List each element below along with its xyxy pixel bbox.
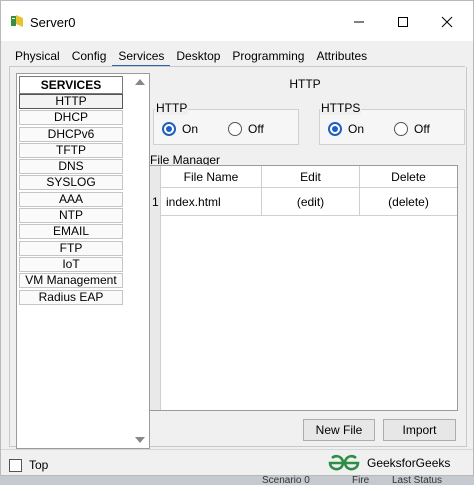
radio-selected-icon [328,122,342,136]
service-item-http[interactable]: HTTP [19,94,123,109]
service-item-dns[interactable]: DNS [19,159,123,175]
http-panel-title: HTTP [289,77,321,91]
service-item-email[interactable]: EMAIL [19,224,123,240]
service-item-radius-eap[interactable]: Radius EAP [19,289,123,305]
http-group-label: HTTP [155,101,189,115]
service-item-syslog[interactable]: SYSLOG [19,175,123,191]
services-header: SERVICES [19,76,123,94]
radio-selected-icon [162,122,176,136]
background-last-status-label: Last Status [392,475,443,485]
file-name-cell: index.html [161,188,262,216]
tab-bar: Physical Config Services Desktop Program… [9,47,373,67]
scroll-down-icon[interactable] [135,437,145,443]
service-item-ntp[interactable]: NTP [19,208,123,224]
https-on-radio[interactable]: On [328,122,364,136]
file-manager-table: File Name Edit Delete 1 index.html (edit… [149,165,458,411]
window-title: Server0 [30,15,76,30]
radio-unselected-icon [394,122,408,136]
background-fire-label: Fire [352,475,370,485]
http-off-radio[interactable]: Off [228,122,264,136]
http-off-label: Off [248,122,264,136]
tab-programming[interactable]: Programming [226,47,310,67]
service-item-ftp[interactable]: FTP [19,240,123,256]
row-number: 1 [152,195,159,209]
column-header-file-name: File Name [161,166,262,188]
delete-file-link[interactable]: (delete) [360,188,457,216]
packet-tracer-server-icon [11,15,23,27]
import-button[interactable]: Import [383,419,456,441]
service-item-dhcpv6[interactable]: DHCPv6 [19,126,123,142]
title-bar: Server0 [1,1,473,41]
tab-physical[interactable]: Physical [9,47,66,67]
new-file-button[interactable]: New File [303,419,375,441]
close-button[interactable] [427,9,467,35]
geeksforgeeks-logo-icon [328,454,360,471]
services-scrollbar[interactable] [132,75,148,447]
https-on-label: On [348,122,365,136]
services-list: HTTP DHCP DHCPv6 TFTP DNS SYSLOG AAA NTP… [19,94,123,306]
service-item-vm-management[interactable]: VM Management [19,273,123,289]
geeksforgeeks-text: GeeksforGeeks [367,456,451,470]
tab-services[interactable]: Services [112,47,171,67]
service-item-tftp[interactable]: TFTP [19,142,123,158]
server-window: Server0 Physical Config Services Desktop… [0,0,474,476]
tab-desktop[interactable]: Desktop [170,47,226,67]
close-icon [441,16,453,28]
scroll-up-icon[interactable] [135,79,145,85]
geeksforgeeks-watermark: GeeksforGeeks [327,454,450,472]
https-group-label: HTTPS [320,101,362,115]
column-header-delete: Delete [360,166,457,188]
footer-divider [1,449,473,450]
top-checkbox-label: Top [29,458,49,472]
service-item-dhcp[interactable]: DHCP [19,110,123,126]
radio-unselected-icon [228,122,242,136]
https-off-radio[interactable]: Off [394,122,430,136]
minimize-button[interactable] [339,9,379,35]
services-list-panel: SERVICES HTTP DHCP DHCPv6 TFTP DNS SYSLO… [16,73,150,449]
edit-file-link[interactable]: (edit) [262,188,360,216]
minimize-icon [354,21,364,23]
tab-attributes[interactable]: Attributes [310,47,373,67]
service-item-aaa[interactable]: AAA [19,191,123,207]
services-content: SERVICES HTTP DHCP DHCPv6 TFTP DNS SYSLO… [9,67,467,449]
top-checkbox[interactable]: Top [9,458,48,472]
background-scenario-label: Scenario 0 [262,475,310,485]
service-item-iot[interactable]: IoT [19,256,123,272]
checkbox-unchecked-icon [9,458,22,472]
maximize-button[interactable] [383,9,423,35]
https-off-label: Off [414,122,430,136]
http-on-radio[interactable]: On [162,122,198,136]
column-header-edit: Edit [262,166,360,188]
http-on-label: On [182,122,199,136]
maximize-icon [398,17,408,27]
tab-config[interactable]: Config [66,47,113,67]
